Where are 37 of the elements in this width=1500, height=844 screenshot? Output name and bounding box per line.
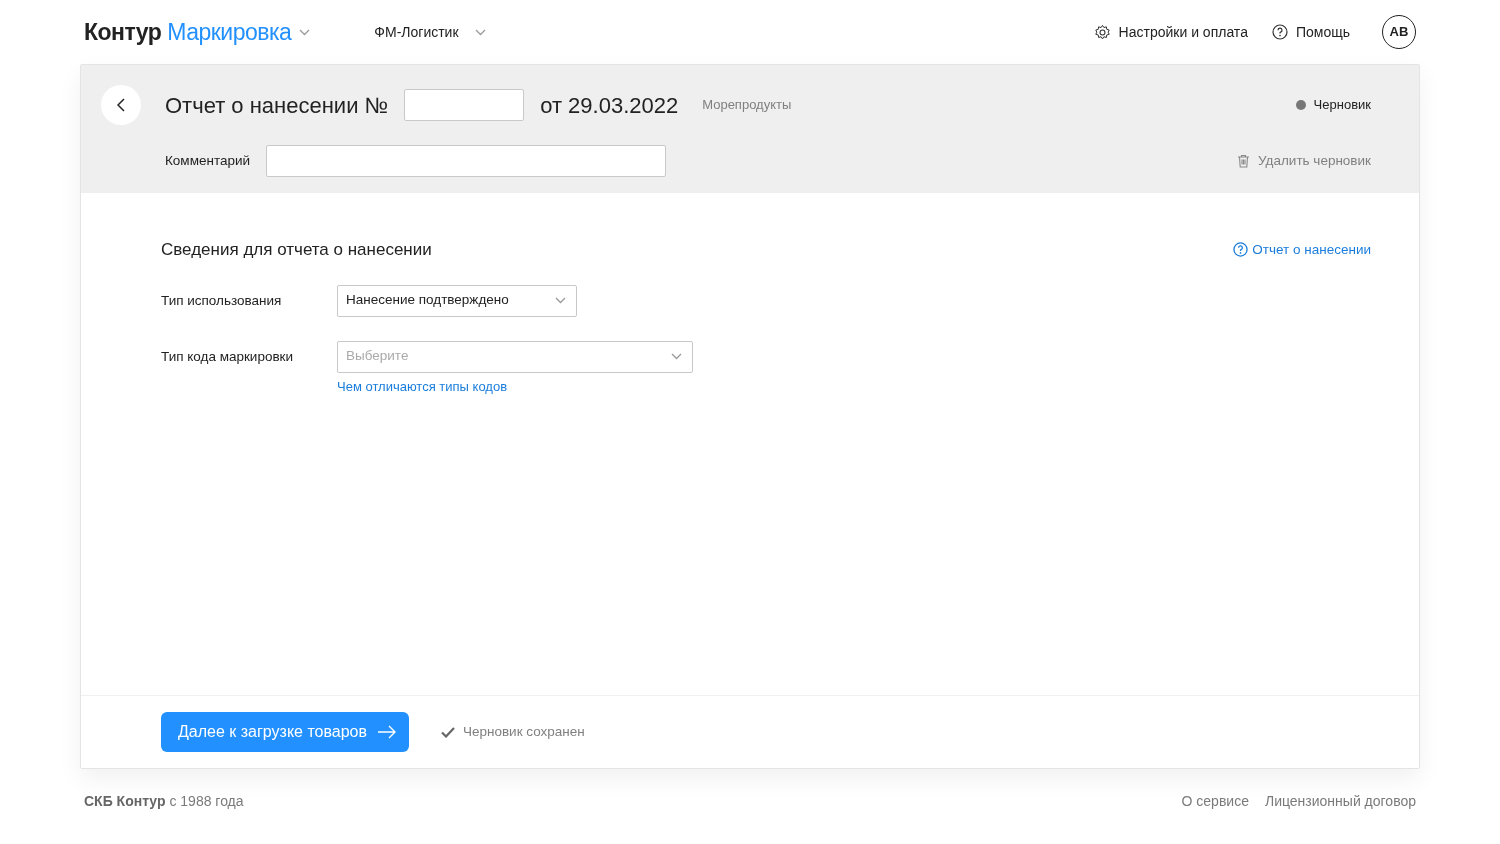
chevron-left-icon xyxy=(117,98,125,112)
chevron-down-icon xyxy=(555,297,566,304)
arrow-right-icon xyxy=(376,725,397,739)
status-dot-icon xyxy=(1295,100,1306,110)
back-button[interactable] xyxy=(101,85,141,125)
next-button[interactable]: Далее к загрузке товаров xyxy=(161,712,409,752)
help-link[interactable]: Помощь xyxy=(1295,21,1350,43)
copyright-text: СКБ Контур с 1988 года xyxy=(84,792,244,811)
document-date: от 29.03.2022 xyxy=(540,91,679,120)
footer-link[interactable]: О сервисе xyxy=(1181,791,1249,812)
section-title: Сведения для отчета о нанесении xyxy=(161,239,432,261)
product-logo[interactable]: Контур Маркировка xyxy=(84,14,292,50)
help-article-link[interactable]: Отчет о нанесении xyxy=(1233,239,1371,260)
code-types-link[interactable]: Чем отличаются типы кодов xyxy=(337,376,508,396)
trash-icon xyxy=(1237,154,1251,168)
settings-link[interactable]: Настройки и оплата xyxy=(1118,21,1248,43)
comment-label: Комментарий xyxy=(165,151,251,170)
dropdown-field[interactable]: Нанесение подтверждено xyxy=(337,284,577,317)
comment-input[interactable] xyxy=(266,145,667,177)
number-input[interactable] xyxy=(404,89,525,121)
organization-selector[interactable]: ФМ-Логистик xyxy=(374,21,459,43)
help-icon xyxy=(1271,24,1288,40)
footer-link[interactable]: Лицензионный договор xyxy=(1264,791,1416,812)
field-label: Тип кода маркировки xyxy=(161,347,295,366)
chevron-down-icon xyxy=(474,28,486,36)
saved-status: Черновик сохранен xyxy=(462,722,585,741)
checkmark-icon xyxy=(440,726,455,738)
field-label: Тип использования xyxy=(161,291,283,310)
document-title: Отчет о нанесении № xyxy=(165,91,389,120)
chevron-down-icon xyxy=(671,353,682,360)
status-label: Черновик xyxy=(1313,96,1371,115)
dropdown-field[interactable]: Выберите xyxy=(337,340,693,373)
help-icon xyxy=(1233,242,1249,258)
category-label: Морепродукты xyxy=(702,96,792,115)
chevron-down-icon xyxy=(299,28,311,36)
settings-icon xyxy=(1093,23,1111,41)
delete-draft-link[interactable]: Удалить черновик xyxy=(1237,150,1371,172)
